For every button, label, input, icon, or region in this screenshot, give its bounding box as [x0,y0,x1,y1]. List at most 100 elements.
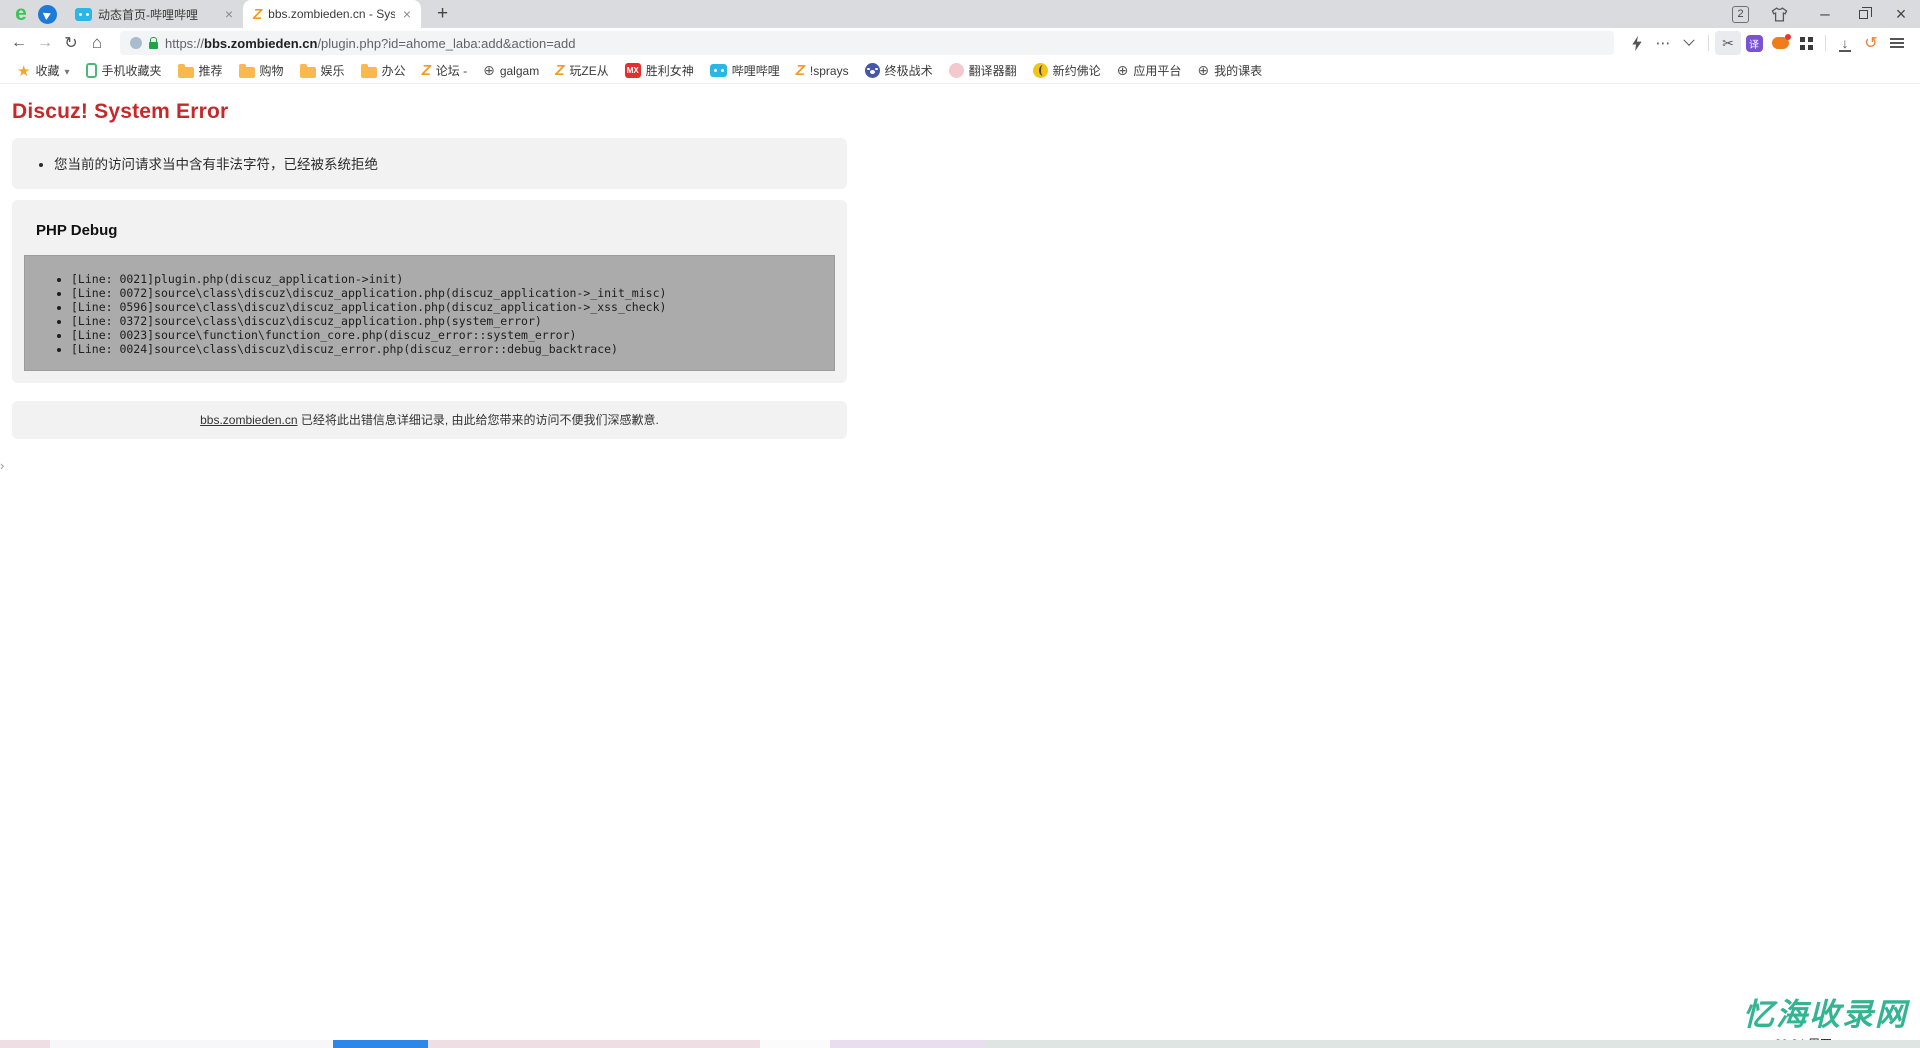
close-window-button[interactable] [1882,0,1920,28]
minimize-button[interactable] [1806,0,1844,28]
close-tab-icon[interactable] [401,7,413,21]
site-link[interactable]: bbs.zombieden.cn [200,413,297,427]
bilibili-icon [709,64,727,77]
extensions-more-icon[interactable] [1650,31,1676,55]
folder-icon [299,63,316,78]
tab-bar: e 动态首页-哔哩哔哩 Z bbs.zombieden.cn - System … [0,0,1920,28]
tab-title: 动态首页-哔哩哔哩 [98,7,198,22]
bookmark-luntan[interactable]: Z 论坛 - [415,60,475,82]
game-center-icon[interactable] [1767,31,1793,55]
bookmark-galgame[interactable]: galgam [476,60,546,82]
paw-icon [864,63,880,78]
mx-icon: MX [624,63,641,78]
watermark: 忆海收录网 [1743,997,1908,1032]
url-scheme: https:// [165,35,205,51]
home-button[interactable] [84,30,110,56]
new-tab-button[interactable] [431,3,454,25]
bookmark-sprays[interactable]: Z !sprays [789,60,856,82]
php-debug-box: PHP Debug [Line: 0021]plugin.php(discuz_… [12,200,847,383]
folder-icon [177,63,194,78]
restore-icon [1858,6,1872,19]
url-path: /plugin.php?id=ahome_laba:add&action=add [317,35,576,51]
bookmark-folder-bangong[interactable]: 办公 [354,60,413,82]
yellow-circle-icon [1032,63,1048,78]
debug-line: [Line: 0024]source\class\discuz\discuz_e… [71,342,824,356]
debug-line: [Line: 0021]plugin.php(discuz_applicatio… [71,272,824,286]
apology-text: 已经将此出错信息详细记录, 由此给您带来的访问不便我们深感歉意. [300,413,659,427]
url-text[interactable]: https://bbs.zombieden.cn/plugin.php?id=a… [165,36,576,51]
globe-icon [1117,62,1129,79]
bookmark-bilibili[interactable]: 哔哩哔哩 [703,60,787,82]
restore-button[interactable] [1844,0,1882,28]
bookmark-favorites[interactable]: 收藏 [10,60,77,82]
back-button[interactable] [6,30,32,56]
debug-backtrace-panel: [Line: 0021]plugin.php(discuz_applicatio… [24,255,835,371]
address-toolbar: https://bbs.zombieden.cn/plugin.php?id=a… [0,28,1920,58]
globe-icon [483,62,495,79]
bookmark-shengli-nvshen[interactable]: MX 胜利女神 [618,60,701,82]
phone-icon [85,63,97,78]
folder-icon [360,63,377,78]
taskbar-sliver[interactable] [0,1040,1920,1048]
tab-count-badge[interactable]: 2 [1732,5,1749,23]
bookmark-folder-yule[interactable]: 娱乐 [293,60,352,82]
bookmark-fanyiqi[interactable]: 翻译器翻 [942,60,1024,82]
bookmarks-bar: 收藏 手机收藏夹 推荐 购物 娱乐 办公 Z 论坛 - galgam Z 玩ZE… [0,58,1920,84]
restore-closed-tab-icon[interactable] [1858,31,1884,55]
debug-line: [Line: 0596]source\class\discuz\discuz_a… [71,300,824,314]
bookmark-mobile-favorites[interactable]: 手机收藏夹 [79,60,169,82]
discuz-favicon-icon: Z [253,5,263,23]
pink-circle-icon [948,63,964,78]
site-info-icon[interactable] [130,37,142,49]
debug-heading: PHP Debug [36,222,118,239]
bookmark-xinyue[interactable]: 新约佛论 [1026,60,1108,82]
debug-line: [Line: 0372]source\class\discuz\discuz_a… [71,314,824,328]
z-site-icon: Z [421,62,431,79]
forward-button[interactable] [32,30,58,56]
page-content: Discuz! System Error 您当前的访问请求当中含有非法字符，已经… [0,84,1920,439]
taskbar-segment [50,1040,333,1048]
debug-line: [Line: 0023]source\function\function_cor… [71,328,824,342]
https-lock-icon[interactable] [149,36,158,49]
address-bar[interactable]: https://bbs.zombieden.cn/plugin.php?id=a… [120,31,1614,55]
tab-bilibili[interactable]: 动态首页-哔哩哔哩 [65,0,243,28]
tab-zombieden-active[interactable]: Z bbs.zombieden.cn - System [243,0,421,28]
error-message: 您当前的访问请求当中含有非法字符，已经被系统拒绝 [54,153,823,173]
bookmark-wode-kebiao[interactable]: 我的课表 [1190,60,1269,82]
chevron-down-icon [64,62,69,80]
url-host: bbs.zombieden.cn [204,35,318,51]
bookmark-wanze[interactable]: Z 玩ZE从 [548,60,616,82]
folder-icon [238,63,255,78]
sidebar-expand-icon[interactable] [0,458,4,473]
globe-icon [1197,62,1209,79]
browser-logo-icon[interactable]: e [8,3,34,25]
bookmark-folder-gouwu[interactable]: 购物 [232,60,291,82]
reload-button[interactable] [58,30,84,56]
z-site-icon: Z [555,62,565,79]
page-title: Discuz! System Error [12,100,229,123]
toolbar-divider [1708,35,1709,51]
taskbar-segment [760,1040,830,1048]
bookmark-folder-tuijian[interactable]: 推荐 [171,60,230,82]
translate-icon[interactable]: 译 [1741,31,1767,55]
downloads-icon[interactable] [1832,31,1858,55]
screenshot-tool-icon[interactable] [1715,31,1741,55]
menu-icon[interactable] [1884,31,1910,55]
taskbar-segment-active [333,1040,428,1048]
apps-grid-icon[interactable] [1793,31,1819,55]
taskbar-segment [830,1040,985,1048]
error-message-box: 您当前的访问请求当中含有非法字符，已经被系统拒绝 [12,138,847,189]
bookmark-yingyong-pingtai[interactable]: 应用平台 [1110,60,1189,82]
window-controls: 2 [1732,0,1920,28]
theme-skin-icon[interactable] [1771,6,1788,22]
chevron-down-icon[interactable] [1676,31,1702,55]
apology-box: bbs.zombieden.cn 已经将此出错信息详细记录, 由此给您带来的访问… [12,401,847,439]
star-icon [17,62,30,80]
bookmark-zhongji-zhanshu[interactable]: 终极战术 [858,60,940,82]
quick-launch-icon[interactable] [1624,31,1650,55]
toolbar-divider [1825,35,1826,51]
browser-assistant-icon[interactable] [38,4,57,24]
close-tab-icon[interactable] [223,7,235,21]
taskbar-segment [985,1040,1920,1048]
bilibili-favicon-icon [75,7,92,21]
